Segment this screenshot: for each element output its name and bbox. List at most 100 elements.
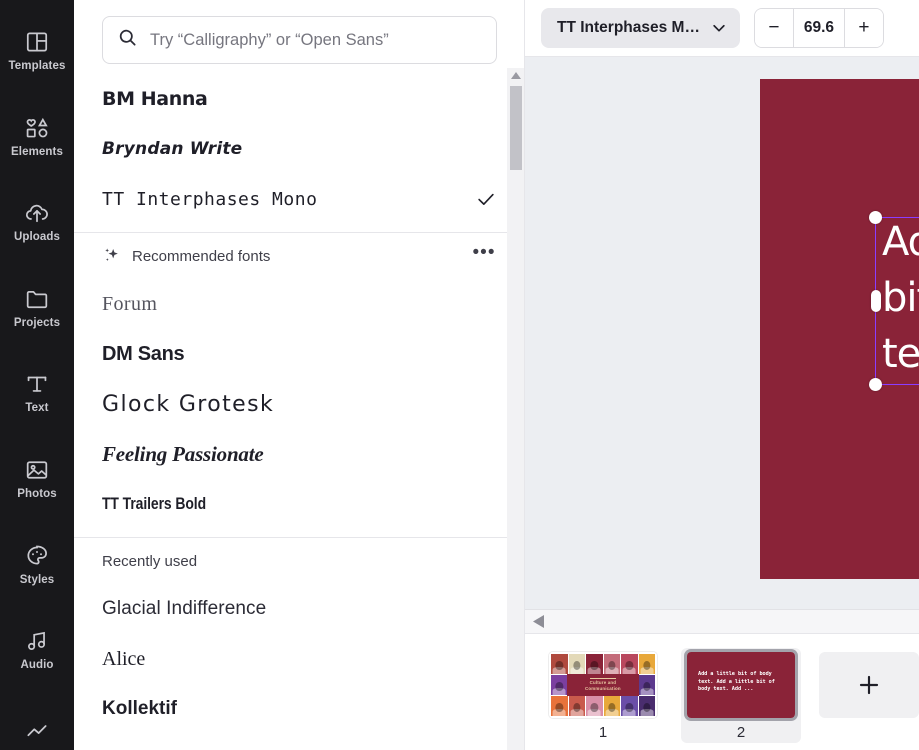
sidebar-label-uploads: Uploads xyxy=(13,231,61,244)
font-size-decrease-button[interactable]: − xyxy=(754,9,793,47)
sidebar-label-elements: Elements xyxy=(11,145,63,158)
font-size-value[interactable]: 69.6 xyxy=(792,9,845,47)
elements-icon xyxy=(24,115,50,141)
sidebar-item-charts-partial[interactable] xyxy=(0,693,74,750)
avatar-tile xyxy=(551,675,568,695)
avatar-tile xyxy=(621,654,638,674)
design-canvas[interactable]: Add a little bit of body text. Add xyxy=(525,56,919,609)
styles-icon xyxy=(24,543,50,569)
resize-handle-middle-left[interactable] xyxy=(871,290,881,312)
font-family-dropdown[interactable]: TT Interphases M… xyxy=(541,8,740,48)
font-list-item[interactable]: Glock Grotesk xyxy=(74,379,525,429)
font-name: Forum xyxy=(102,292,158,315)
font-name: Glock Grotesk xyxy=(102,391,275,417)
text-element-content: Add a little bit of body text. Add xyxy=(882,219,919,377)
sidebar-item-templates[interactable]: Templates xyxy=(0,8,74,94)
sidebar-item-projects[interactable]: Projects xyxy=(0,265,74,351)
resize-handle-top-left[interactable] xyxy=(869,211,882,224)
audio-icon xyxy=(24,628,50,654)
plus-icon xyxy=(856,672,882,698)
font-name: Alice xyxy=(102,647,146,670)
recommended-fonts-title: Recommended fonts xyxy=(132,247,271,265)
recently-used-header: Recently used xyxy=(74,538,525,584)
text-toolbar: TT Interphases M… − 69.6 + xyxy=(525,0,919,56)
collapse-left-icon xyxy=(533,615,544,628)
font-list-item[interactable]: BM Hanna xyxy=(74,74,525,124)
font-list-item[interactable]: Feeling Passionate xyxy=(74,429,525,479)
canva-editor-window: Templates Elements Uploads Projects Text… xyxy=(0,0,919,750)
scrollbar-thumb[interactable] xyxy=(510,86,522,170)
sidebar-item-audio[interactable]: Audio xyxy=(0,607,74,693)
chevron-down-icon xyxy=(710,19,728,37)
editor-area: TT Interphases M… − 69.6 + Add a little … xyxy=(525,0,919,750)
scroll-up-icon[interactable] xyxy=(507,68,525,82)
canvas-page[interactable]: Add a little bit of body text. Add xyxy=(760,79,919,579)
page-number-1: 1 xyxy=(598,724,608,741)
font-family-value: TT Interphases M… xyxy=(557,19,700,36)
collapse-strip-button[interactable] xyxy=(525,610,919,634)
avatar-tile xyxy=(638,654,655,674)
font-list-item[interactable]: Alice xyxy=(74,634,525,684)
avatar-tile xyxy=(586,696,603,716)
page-preview-2[interactable]: Add a little bit of body text. Add a lit… xyxy=(687,652,795,718)
page-thumbnail-strip: Culture and Communication 1 Add a little… xyxy=(525,609,919,750)
avatar-tile xyxy=(621,696,638,716)
templates-icon xyxy=(24,29,50,55)
page-number-2: 2 xyxy=(736,724,746,741)
page-thumbnail-2[interactable]: Add a little bit of body text. Add a lit… xyxy=(681,648,801,743)
avatar-tile xyxy=(603,696,620,716)
font-list: BM Hanna Bryndan Write TT Interphases Mo… xyxy=(74,74,525,750)
resize-handle-bottom-left[interactable] xyxy=(869,378,882,391)
font-name: Bryndan Write xyxy=(102,139,243,159)
page-preview-1[interactable]: Culture and Communication xyxy=(549,652,657,718)
more-options-icon[interactable]: ••• xyxy=(471,243,497,269)
font-list-item[interactable]: Forum xyxy=(74,279,525,329)
search-icon xyxy=(117,27,138,53)
trend-chart-icon xyxy=(24,719,50,745)
avatar-tile xyxy=(568,654,585,674)
font-name: BM Hanna xyxy=(102,88,208,110)
recommended-header-left: Recommended fonts xyxy=(102,246,270,266)
font-name: Glacial Indifference xyxy=(102,598,267,619)
font-list-item[interactable]: Bryndan Write xyxy=(74,124,525,174)
sidebar-item-uploads[interactable]: Uploads xyxy=(0,179,74,265)
sidebar-item-styles[interactable]: Styles xyxy=(0,522,74,608)
page2-artwork: Add a little bit of body text. Add a lit… xyxy=(687,652,795,718)
avatar-tile xyxy=(586,654,603,674)
add-page-button[interactable] xyxy=(819,652,919,718)
sidebar-item-elements[interactable]: Elements xyxy=(0,94,74,180)
font-list-item[interactable]: Kollektif xyxy=(74,684,525,734)
check-icon xyxy=(475,188,497,210)
font-list-item-selected[interactable]: TT Interphases Mono xyxy=(74,174,525,224)
text-icon xyxy=(24,371,50,397)
font-list-item[interactable]: DM Sans xyxy=(74,329,525,379)
thumbnail-row: Culture and Communication 1 Add a little… xyxy=(525,634,919,743)
page1-title-band: Culture and Communication xyxy=(566,673,639,696)
search-input[interactable] xyxy=(150,30,482,50)
sidebar-label-text: Text xyxy=(25,402,49,415)
selected-text-element[interactable]: Add a little bit of body text. Add xyxy=(869,211,919,391)
search-container xyxy=(74,0,525,74)
left-nav-rail: Templates Elements Uploads Projects Text… xyxy=(0,0,74,750)
search-box[interactable] xyxy=(102,16,497,64)
sidebar-item-photos[interactable]: Photos xyxy=(0,436,74,522)
sidebar-item-text[interactable]: Text xyxy=(0,350,74,436)
font-list-scrollbar[interactable] xyxy=(507,68,525,750)
font-panel: BM Hanna Bryndan Write TT Interphases Mo… xyxy=(74,0,525,750)
font-name: Kollektif xyxy=(102,698,177,719)
font-size-increase-button[interactable]: + xyxy=(844,9,883,47)
sidebar-label-projects: Projects xyxy=(13,316,61,329)
avatar-tile xyxy=(638,675,655,695)
projects-icon xyxy=(24,286,50,312)
sidebar-label-styles: Styles xyxy=(19,573,55,586)
font-name: DM Sans xyxy=(102,342,185,365)
font-list-item[interactable]: Glacial Indifference xyxy=(74,584,525,634)
page-thumbnail-1[interactable]: Culture and Communication 1 xyxy=(543,648,663,743)
page1-title-line2: Communication xyxy=(584,686,621,692)
photos-icon xyxy=(24,457,50,483)
avatar-tile xyxy=(638,696,655,716)
font-name: TT Interphases Mono xyxy=(102,188,318,210)
font-name: TT Trailers Bold xyxy=(102,494,207,513)
font-list-item[interactable]: TT Trailers Bold xyxy=(74,479,525,529)
page1-title-line1: Culture and xyxy=(589,679,617,685)
